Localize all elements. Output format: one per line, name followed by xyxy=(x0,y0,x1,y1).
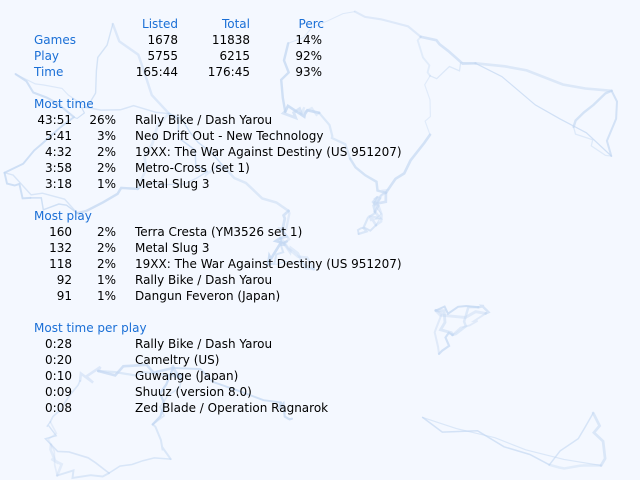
most-play-value: 132 xyxy=(49,241,72,255)
most-time-perc: 26% xyxy=(89,113,116,127)
section-title-most-play: Most play xyxy=(34,209,92,223)
most-time-perc: 2% xyxy=(96,145,116,159)
summary-games-perc: 14% xyxy=(295,33,322,47)
most-time-perc: 2% xyxy=(96,161,116,175)
most-play-perc: 2% xyxy=(96,225,116,239)
section-title-most-time: Most time xyxy=(34,97,94,111)
summary-label-time: Time xyxy=(34,65,64,79)
most-play-game: 19XX: The War Against Destiny (US 951207… xyxy=(135,257,402,271)
most-play-perc: 1% xyxy=(96,273,116,287)
most-time-value: 3:18 xyxy=(45,177,72,191)
header-total: Total xyxy=(221,17,250,31)
most-time-game: 19XX: The War Against Destiny (US 951207… xyxy=(135,145,402,159)
most-play-perc: 2% xyxy=(96,257,116,271)
most-time-game: Metal Slug 3 xyxy=(135,177,210,191)
time-per-play-game: Shuuz (version 8.0) xyxy=(135,385,252,399)
summary-label-play: Play xyxy=(34,49,60,63)
time-per-play-game: Cameltry (US) xyxy=(135,353,220,367)
most-play-value: 160 xyxy=(49,225,72,239)
most-time-value: 5:41 xyxy=(45,129,72,143)
summary-time-listed: 165:44 xyxy=(135,65,178,79)
most-time-value: 43:51 xyxy=(37,113,72,127)
most-play-game: Rally Bike / Dash Yarou xyxy=(135,273,273,287)
most-play-perc: 2% xyxy=(96,241,116,255)
most-time-game: Neo Drift Out - New Technology xyxy=(135,129,324,143)
time-per-play-game: Guwange (Japan) xyxy=(135,369,239,383)
header-listed: Listed xyxy=(142,17,178,31)
most-play-perc: 1% xyxy=(96,289,116,303)
most-play-value: 92 xyxy=(56,273,72,287)
most-time-value: 4:32 xyxy=(45,145,72,159)
time-per-play-game: Zed Blade / Operation Ragnarok xyxy=(135,401,329,415)
most-time-value: 3:58 xyxy=(45,161,72,175)
time-per-play-game: Rally Bike / Dash Yarou xyxy=(135,337,273,351)
header-perc: Perc xyxy=(298,17,324,31)
summary-play-listed: 5755 xyxy=(147,49,178,63)
time-per-play-value: 0:20 xyxy=(45,353,72,367)
summary-games-total: 11838 xyxy=(211,33,250,47)
time-per-play-value: 0:10 xyxy=(45,369,72,383)
summary-time-total: 176:45 xyxy=(207,65,250,79)
most-play-game: Metal Slug 3 xyxy=(135,241,210,255)
most-time-perc: 3% xyxy=(96,129,116,143)
time-per-play-value: 0:28 xyxy=(45,337,72,351)
time-per-play-value: 0:08 xyxy=(45,401,72,415)
time-per-play-value: 0:09 xyxy=(45,385,72,399)
most-time-game: Rally Bike / Dash Yarou xyxy=(135,113,273,127)
most-play-value: 118 xyxy=(49,257,72,271)
summary-label-games: Games xyxy=(34,33,76,47)
most-play-game: Dangun Feveron (Japan) xyxy=(135,289,281,303)
most-time-perc: 1% xyxy=(96,177,116,191)
summary-games-listed: 1678 xyxy=(147,33,178,47)
summary-play-perc: 92% xyxy=(295,49,322,63)
most-time-game: Metro-Cross (set 1) xyxy=(135,161,250,175)
section-title-most-time-per-play: Most time per play xyxy=(34,321,147,335)
summary-time-perc: 93% xyxy=(295,65,322,79)
statistics-screen: Listed Total Perc Games 1678 11838 14% P… xyxy=(0,0,640,480)
most-play-game: Terra Cresta (YM3526 set 1) xyxy=(135,225,303,239)
summary-play-total: 6215 xyxy=(219,49,250,63)
most-play-value: 91 xyxy=(56,289,72,303)
